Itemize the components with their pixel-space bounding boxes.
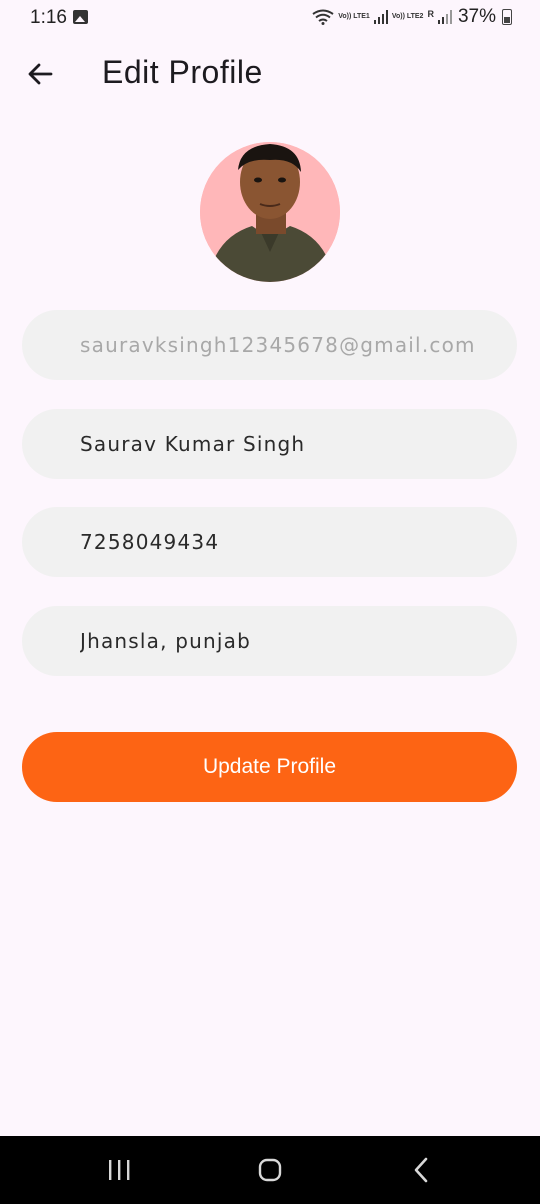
status-time: 1:16 [30,7,67,28]
system-nav-bar [0,1136,540,1204]
home-button[interactable] [240,1150,300,1190]
back-button[interactable] [22,56,58,92]
email-field[interactable] [22,310,517,380]
battery-percent: 37% [457,6,496,27]
phone-input[interactable] [22,507,517,577]
avatar[interactable] [200,142,340,282]
sim2-network-label: Vo)) LTE2 [391,13,424,20]
name-input[interactable] [22,409,517,479]
name-field[interactable] [22,409,517,479]
signal-icon [373,10,388,24]
update-profile-button[interactable]: Update Profile [22,732,517,802]
profile-photo [200,142,340,282]
system-back-button[interactable] [391,1150,451,1190]
recent-apps-button[interactable] [89,1150,149,1190]
sim1-network-label: Vo)) LTE1 [338,13,370,20]
address-field[interactable] [22,606,517,676]
status-bar: 1:16 Vo)) LTE1 Vo)) LTE2 R 37% [0,0,540,36]
arrow-left-icon [28,63,53,85]
back-icon [414,1157,428,1183]
gallery-notification-icon [73,10,88,24]
email-input[interactable] [22,310,517,380]
recent-apps-icon [109,1160,130,1180]
wifi-icon [312,9,334,25]
status-indicators: Vo)) LTE1 Vo)) LTE2 R 37% [312,6,512,28]
roaming-label: R [427,9,434,19]
app-bar: Edit Profile [0,42,540,106]
signal-icon-sim2 [437,10,452,24]
address-input[interactable] [22,606,517,676]
home-icon [258,1158,282,1182]
battery-icon [502,9,512,25]
phone-field[interactable] [22,507,517,577]
page-title: Edit Profile [102,54,263,90]
